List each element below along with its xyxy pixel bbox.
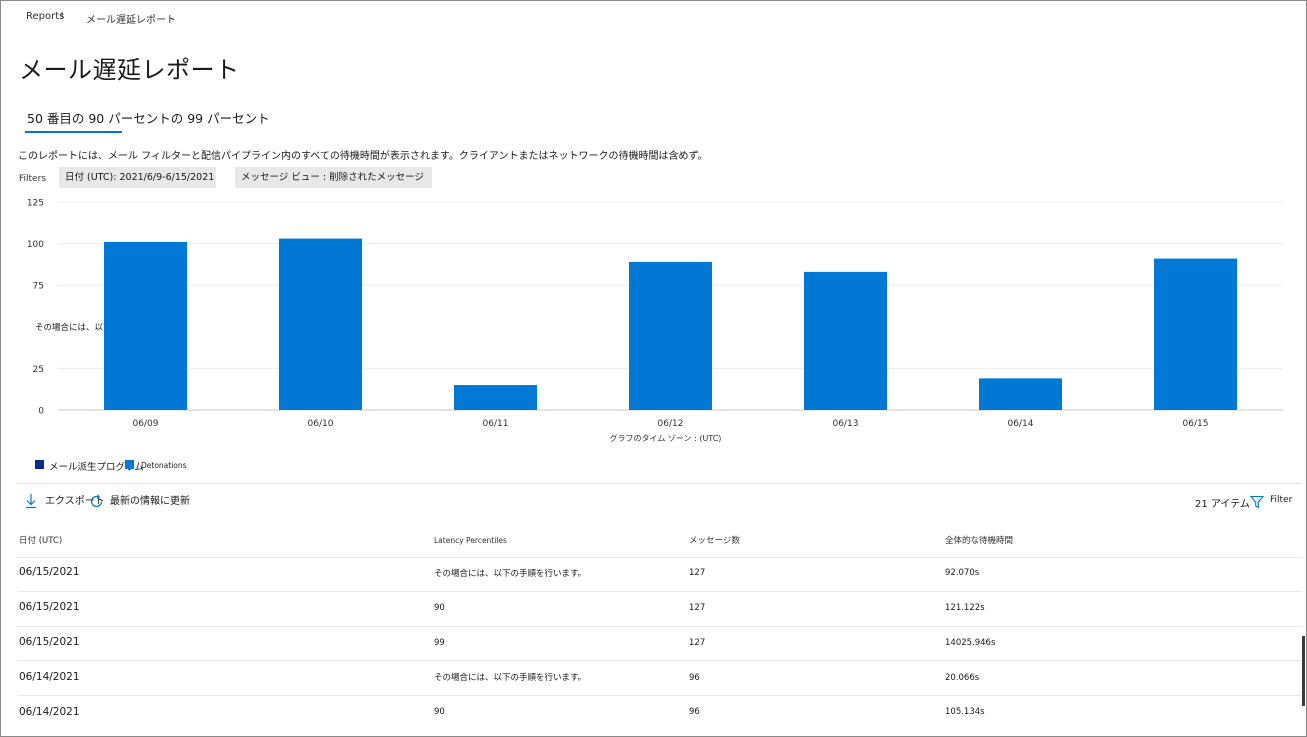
- y-tick-label: 25: [33, 365, 44, 375]
- cell-message-count: 127: [689, 568, 706, 578]
- cell-date: 06/15/2021: [19, 601, 80, 613]
- latency-bar-chart: 12510075250その場合には、以下の手順を行います。06/0906/100…: [27, 199, 1283, 443]
- vertical-scrollbar[interactable]: [1302, 636, 1305, 706]
- filter-chip-date[interactable]: 日付 (UTC): 2021/6/9-6/15/2021: [59, 167, 216, 188]
- x-tick-label: 06/09: [133, 419, 159, 429]
- cell-overall-latency: 20.066s: [945, 673, 980, 683]
- download-icon: [26, 494, 36, 509]
- cell-overall-latency: 14025.946s: [945, 638, 996, 648]
- filter-label: Filter: [1270, 495, 1293, 505]
- row-divider: [17, 557, 1302, 558]
- report-description: このレポートには、メール フィルターと配信パイプライン内のすべての待機時間が表示…: [18, 151, 708, 162]
- column-header-overall-latency[interactable]: 全体的な待機時間: [945, 534, 1013, 546]
- cell-message-count: 127: [689, 638, 706, 648]
- y-tick-label: 100: [27, 240, 44, 250]
- legend-swatch-mail-derivative: [35, 460, 44, 469]
- tab-percentiles[interactable]: 50 番目の 90 パーセントの 99 パーセント: [27, 108, 270, 127]
- x-tick-label: 06/13: [833, 419, 859, 429]
- cell-overall-latency: 92.070s: [945, 568, 980, 578]
- cell-latency-percentile: その場合には、以下の手順を行います。: [434, 569, 587, 579]
- cell-latency-percentile: その場合には、以下の手順を行います。: [434, 673, 587, 683]
- y-tick-label: 125: [27, 199, 44, 209]
- cell-latency-percentile: 90: [434, 603, 445, 613]
- row-divider: [17, 591, 1302, 592]
- column-header-latency-percentiles[interactable]: Latency Percentiles: [434, 536, 507, 545]
- breadcrumb-separator: !: [60, 11, 65, 22]
- row-divider: [17, 626, 1302, 627]
- y-tick-label: 0: [38, 407, 44, 417]
- cell-latency-percentile: 90: [434, 707, 445, 717]
- chart-bar: [104, 241, 187, 410]
- breadcrumb-current: メール遅延レポート: [86, 15, 176, 26]
- cell-latency-percentile: 99: [434, 638, 445, 648]
- x-axis-label: グラフのタイム ゾーン : (UTC): [610, 433, 722, 443]
- column-header-date[interactable]: 日付 (UTC): [19, 534, 62, 546]
- filter-icon: [1250, 495, 1264, 509]
- chart-bar: [979, 378, 1062, 410]
- filters-label: Filters: [19, 174, 46, 184]
- breadcrumb-root[interactable]: Reports: [26, 11, 64, 22]
- cell-date: 06/14/2021: [19, 671, 80, 683]
- x-tick-label: 06/12: [658, 419, 684, 429]
- row-divider: [17, 660, 1302, 661]
- chart-bar: [629, 261, 712, 410]
- chart-bar: [1154, 258, 1237, 410]
- legend-label-detonations[interactable]: Detonations: [141, 461, 187, 470]
- toolbar-divider: [17, 483, 1302, 484]
- cell-date: 06/15/2021: [19, 566, 80, 578]
- chart-bar: [804, 271, 887, 410]
- cell-message-count: 127: [689, 603, 706, 613]
- cell-overall-latency: 121.122s: [945, 603, 985, 613]
- column-header-message-count[interactable]: メッセージ数: [689, 534, 740, 546]
- y-tick-label: 75: [33, 282, 44, 292]
- page-title: メール遅延レポート: [19, 56, 240, 84]
- x-tick-label: 06/15: [1183, 419, 1209, 429]
- cell-overall-latency: 105.134s: [945, 707, 985, 717]
- x-tick-label: 06/14: [1008, 419, 1034, 429]
- x-tick-label: 06/10: [308, 419, 334, 429]
- legend-swatch-detonations: [125, 460, 134, 469]
- cell-date: 06/15/2021: [19, 636, 80, 648]
- item-count: 21 アイテム: [1195, 499, 1250, 510]
- refresh-label: 最新の情報に更新: [110, 496, 190, 507]
- cell-date: 06/14/2021: [19, 706, 80, 718]
- refresh-icon: [90, 494, 103, 508]
- cell-message-count: 96: [689, 707, 700, 717]
- tab-active-indicator: [25, 131, 122, 133]
- cell-message-count: 96: [689, 673, 700, 683]
- chart-bar: [454, 385, 537, 410]
- row-divider: [17, 695, 1302, 696]
- filter-chip-message-view[interactable]: メッセージ ビュー : 削除されたメッセージ: [235, 167, 432, 188]
- x-tick-label: 06/11: [483, 419, 509, 429]
- chart-bar: [279, 238, 362, 410]
